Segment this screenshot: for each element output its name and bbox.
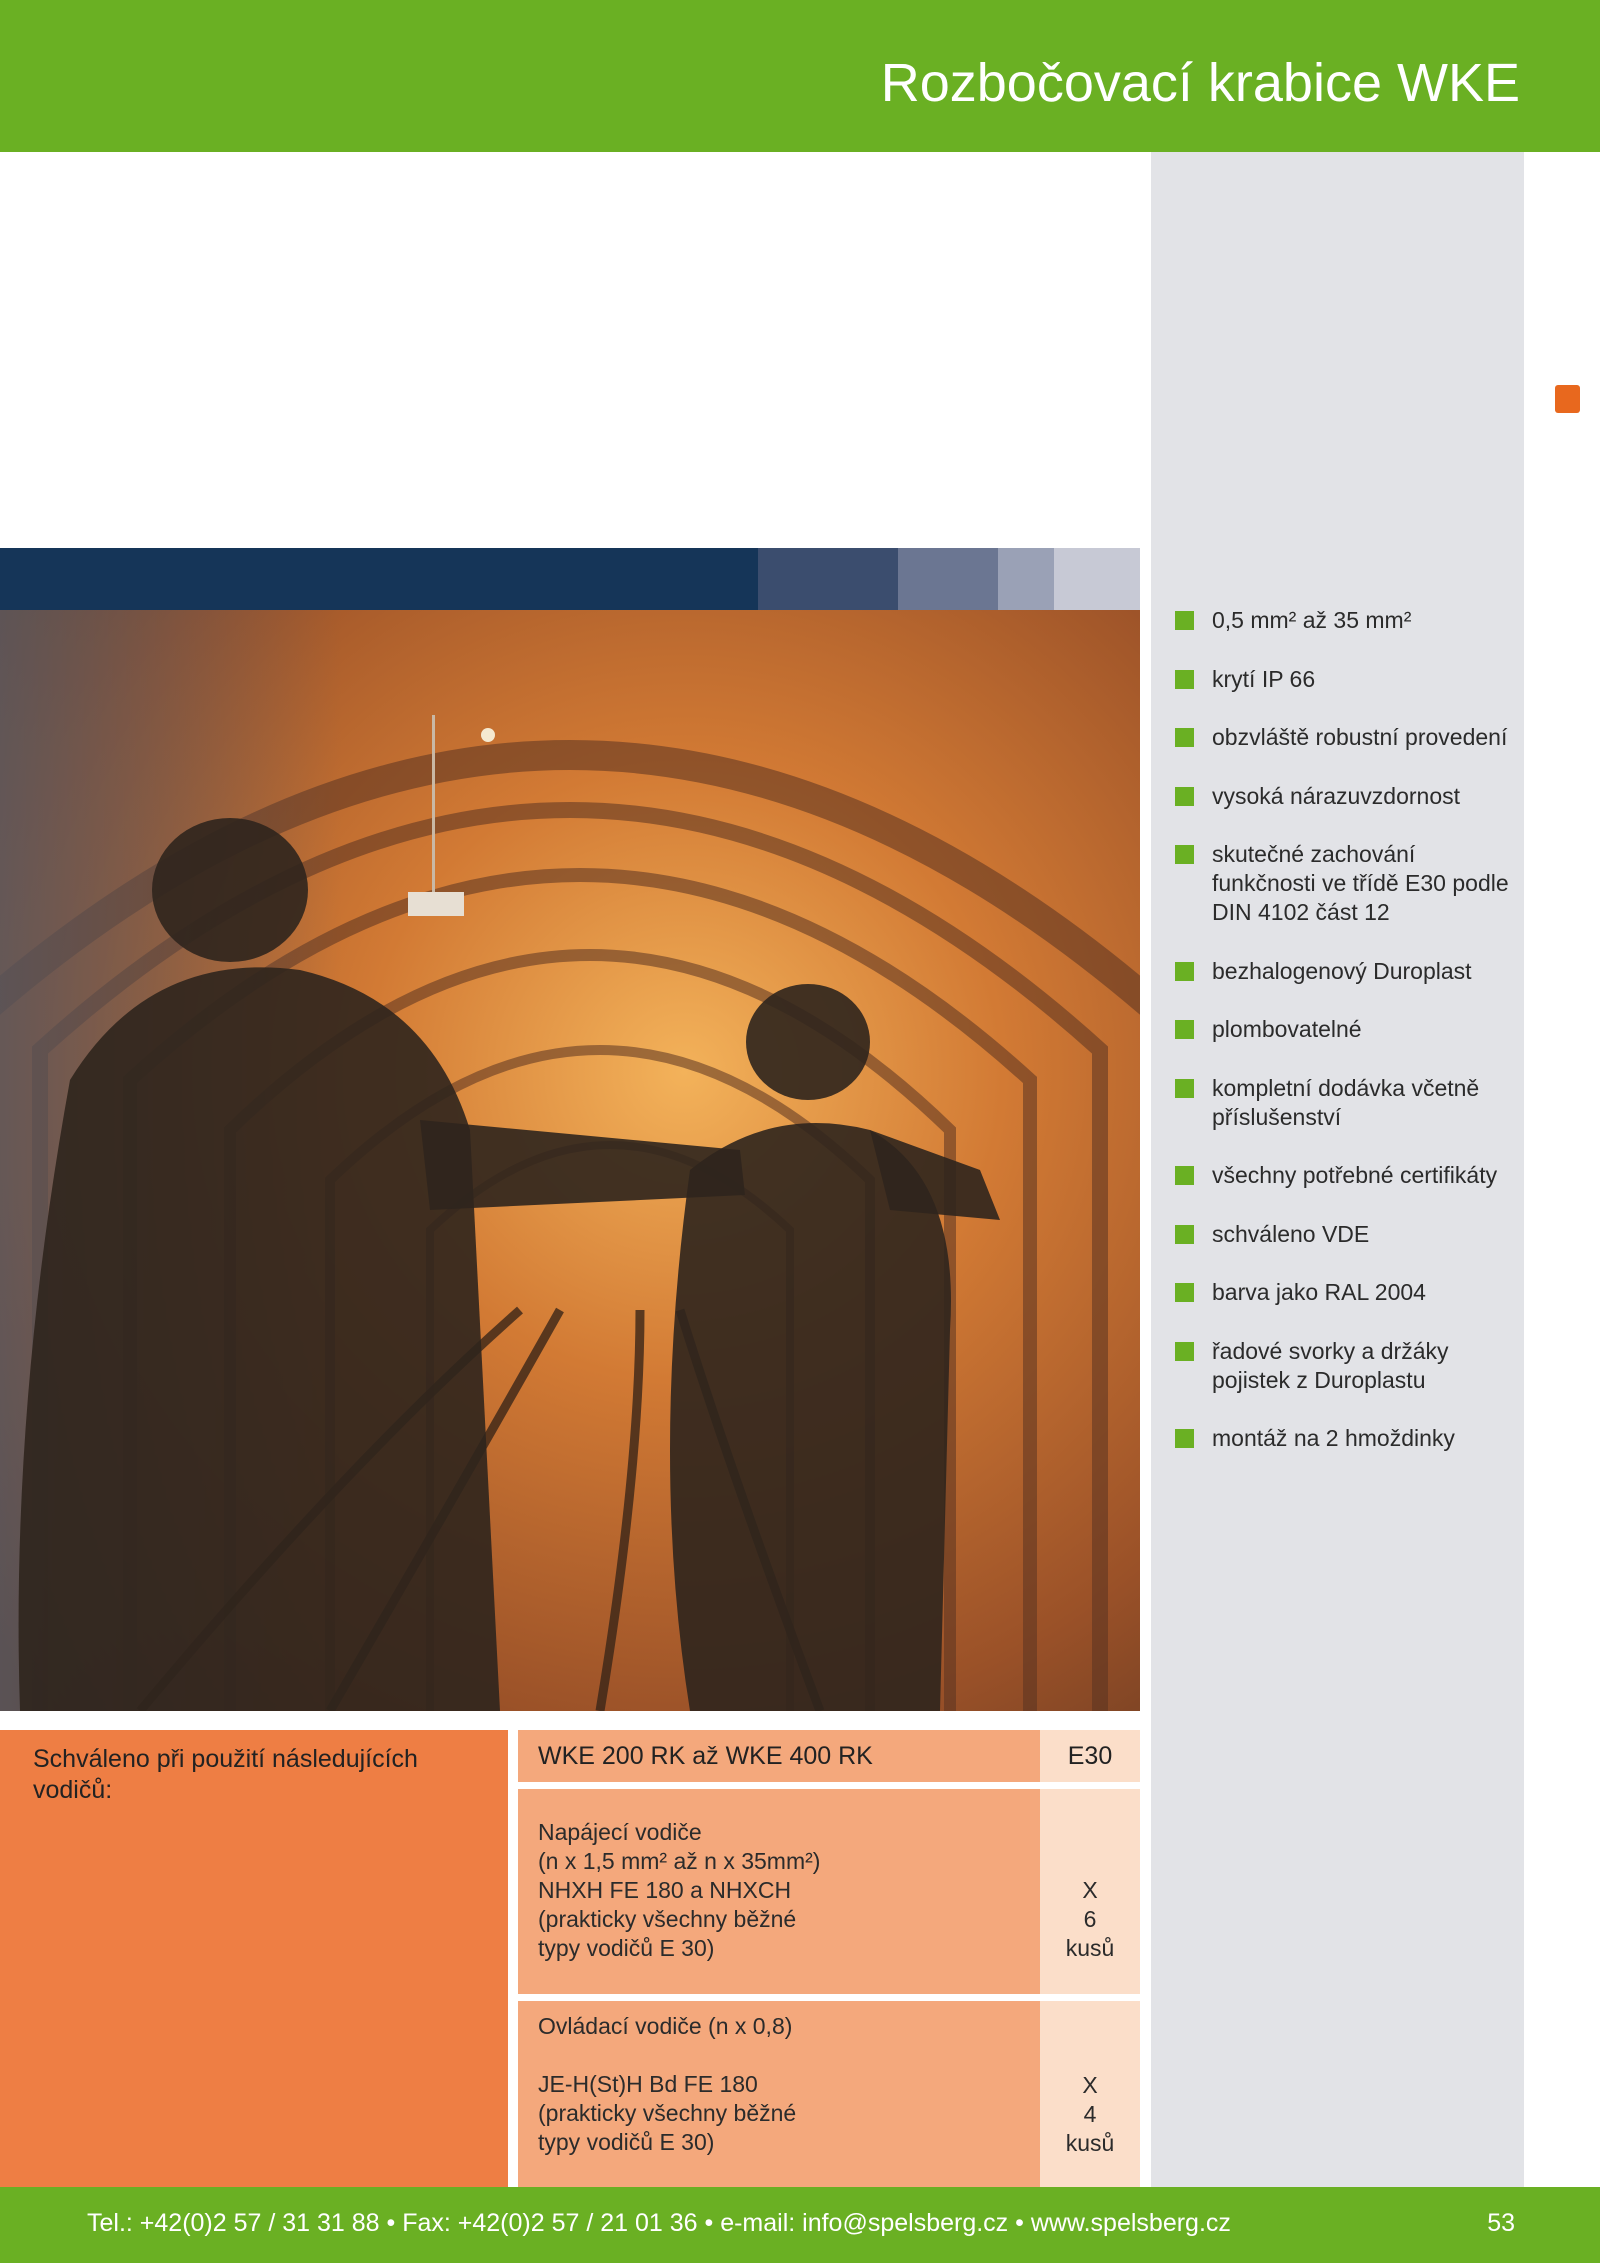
feature-text: obzvláště robustní provedení (1212, 724, 1508, 750)
table-cell-control-count: X 4 kusů (1040, 2001, 1140, 2187)
green-square-bullet-icon (1175, 1078, 1194, 1098)
cable-count: X 6 kusů (1065, 1877, 1115, 1961)
table-row-power-cables: Napájecí vodiče (n x 1,5 mm² až n x 35mm… (518, 1789, 1040, 1994)
feature-text: řadové svorky a držáky pojistek z Duropl… (1212, 1337, 1449, 1393)
color-stripe-grey-blue (898, 548, 998, 610)
feature-text: barva jako RAL 2004 (1212, 1279, 1426, 1305)
feature-item: plombovatelné (1175, 1015, 1515, 1044)
cable-count: X 4 kusů (1065, 2072, 1115, 2156)
green-square-bullet-icon (1175, 728, 1194, 747)
green-square-bullet-icon (1175, 845, 1194, 864)
feature-item: 0,5 mm² až 35 mm² (1175, 606, 1515, 635)
table-cell-power-count: X 6 kusů (1040, 1789, 1140, 1994)
feature-text: vysoká nárazuvzdornost (1212, 782, 1461, 809)
feature-text: bezhalogenový Duroplast (1212, 957, 1472, 984)
table-row-control-cables: Ovládací vodiče (n x 0,8) JE-H(St)H Bd F… (518, 2001, 1040, 2187)
feature-text: schváleno VDE (1212, 1220, 1370, 1247)
feature-item: barva jako RAL 2004 (1175, 1278, 1515, 1307)
feature-item: skutečné zachování funkčnosti ve třídě E… (1175, 840, 1515, 927)
feature-text: 0,5 mm² až 35 mm² (1212, 607, 1412, 633)
feature-item: kompletní dodávka včetně příslušenství (1175, 1074, 1515, 1132)
approval-label: Schváleno při použití následujících vodi… (33, 1745, 418, 1804)
feature-item: řadové svorky a držáky pojistek z Duropl… (1175, 1337, 1515, 1395)
green-square-bullet-icon (1175, 961, 1194, 981)
green-square-bullet-icon (1175, 611, 1194, 630)
header-bar: Rozbočovací krabice WKE (0, 0, 1600, 152)
feature-text: všechny potřebné certifikáty (1212, 1162, 1498, 1188)
green-square-bullet-icon (1175, 1341, 1194, 1361)
page-title: Rozbočovací krabice WKE (880, 53, 1520, 113)
green-square-bullet-icon (1175, 1283, 1194, 1302)
feature-item: vysoká nárazuvzdornost (1175, 782, 1515, 811)
feature-text: krytí IP 66 (1212, 665, 1316, 692)
feature-item: bezhalogenový Duroplast (1175, 957, 1515, 986)
contact-info: Tel.: +42(0)2 57 / 31 31 88 • Fax: +42(0… (87, 2209, 1231, 2237)
green-square-bullet-icon (1175, 1020, 1194, 1039)
green-square-bullet-icon (1175, 1166, 1194, 1185)
table-header-product: WKE 200 RK až WKE 400 RK (518, 1730, 1040, 1782)
feature-item: obzvláště robustní provedení (1175, 723, 1515, 752)
cable-description: Ovládací vodiče (n x 0,8) JE-H(St)H Bd F… (538, 2013, 797, 2155)
feature-item: všechny potřebné certifikáty (1175, 1161, 1515, 1190)
cable-description: Napájecí vodiče (n x 1,5 mm² až n x 35mm… (538, 1819, 821, 1961)
green-square-bullet-icon (1175, 1429, 1194, 1448)
color-stripe-navy (0, 548, 758, 610)
footer-bar: Tel.: +42(0)2 57 / 31 31 88 • Fax: +42(0… (0, 2187, 1600, 2263)
feature-item: montáž na 2 hmoždinky (1175, 1424, 1515, 1453)
feature-list: 0,5 mm² až 35 mm² krytí IP 66 obzvláště … (1175, 606, 1515, 1483)
green-square-bullet-icon (1175, 786, 1194, 806)
feature-item: krytí IP 66 (1175, 665, 1515, 694)
green-square-bullet-icon (1175, 669, 1194, 689)
section-tab-marker (1555, 385, 1580, 413)
feature-text: plombovatelné (1212, 1016, 1362, 1042)
approval-panel: Schváleno při použití následujících vodi… (0, 1730, 508, 2187)
green-square-bullet-icon (1175, 1224, 1194, 1244)
feature-text: skutečné zachování funkčnosti ve třídě E… (1212, 841, 1509, 925)
color-stripe-pale (1054, 548, 1140, 610)
mine-tunnel-photo (0, 610, 1140, 1711)
color-stripe-light-grey-blue (998, 548, 1054, 610)
feature-text: kompletní dodávka včetně příslušenství (1212, 1074, 1480, 1130)
feature-item: schváleno VDE (1175, 1220, 1515, 1249)
feature-text: montáž na 2 hmoždinky (1212, 1425, 1455, 1451)
page-number: 53 (1487, 2209, 1515, 2237)
table-header-fire-class: E30 (1040, 1730, 1140, 1782)
color-stripe-slate (758, 548, 898, 610)
